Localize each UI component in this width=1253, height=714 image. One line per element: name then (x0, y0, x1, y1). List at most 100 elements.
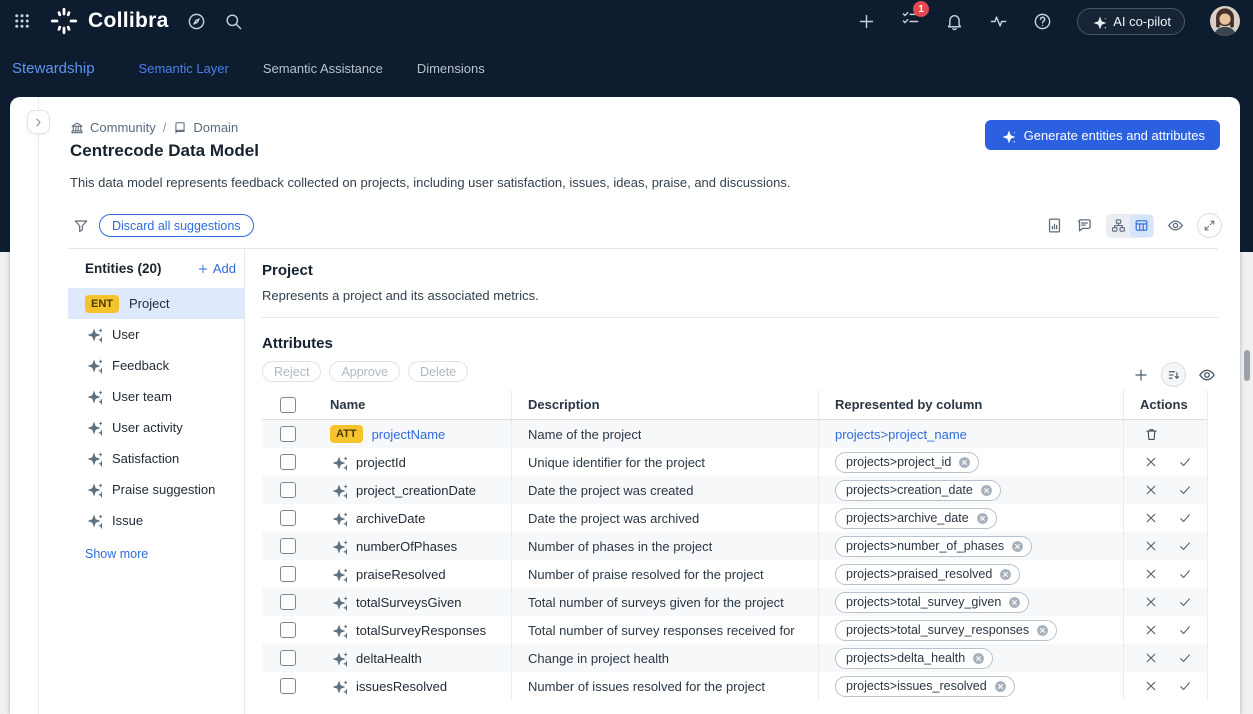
discard-suggestions-button[interactable]: Discard all suggestions (99, 214, 254, 237)
approve-icon[interactable] (1178, 651, 1192, 665)
row-checkbox[interactable] (280, 594, 296, 610)
chip-remove-icon[interactable] (1011, 540, 1024, 553)
entity-list-item[interactable]: Issue (68, 505, 244, 536)
breadcrumb-domain[interactable]: Domain (173, 120, 238, 135)
ai-copilot-button[interactable]: AI co-pilot (1077, 8, 1185, 35)
attribute-name[interactable]: projectId (356, 455, 406, 470)
reject-icon[interactable] (1144, 539, 1158, 553)
generate-entities-button[interactable]: Generate entities and attributes (985, 120, 1220, 150)
preview-icon[interactable] (1167, 217, 1184, 234)
user-avatar[interactable] (1210, 6, 1240, 36)
approve-icon[interactable] (1178, 679, 1192, 693)
represented-by-chip[interactable]: projects>total_survey_given (835, 592, 1029, 613)
represented-by-chip[interactable]: projects>number_of_phases (835, 536, 1032, 557)
create-icon[interactable] (857, 12, 876, 31)
reject-icon[interactable] (1144, 567, 1158, 581)
search-icon[interactable] (224, 12, 243, 31)
attribute-name[interactable]: totalSurveysGiven (356, 595, 462, 610)
explore-icon[interactable] (187, 12, 206, 31)
page-scrollbar[interactable] (1244, 350, 1250, 381)
sort-button[interactable] (1161, 362, 1186, 387)
fullscreen-button[interactable] (1197, 213, 1222, 238)
entity-list-item[interactable]: Praise suggestion (68, 474, 244, 505)
row-checkbox[interactable] (280, 426, 296, 442)
represented-by-chip[interactable]: projects>archive_date (835, 508, 997, 529)
nav-tab[interactable]: Dimensions (415, 57, 487, 80)
attribute-name[interactable]: issuesResolved (356, 679, 447, 694)
chip-remove-icon[interactable] (980, 484, 993, 497)
reject-icon[interactable] (1144, 679, 1158, 693)
represented-by-chip[interactable]: projects>total_survey_responses (835, 620, 1057, 641)
approve-icon[interactable] (1178, 483, 1192, 497)
represented-by-chip[interactable]: projects>delta_health (835, 648, 993, 669)
attribute-name[interactable]: project_creationDate (356, 483, 476, 498)
row-checkbox[interactable] (280, 650, 296, 666)
attribute-name[interactable]: praiseResolved (356, 567, 446, 582)
reject-icon[interactable] (1144, 483, 1158, 497)
visibility-icon[interactable] (1198, 366, 1216, 384)
approve-icon[interactable] (1178, 595, 1192, 609)
table-view-toggle[interactable] (1130, 215, 1153, 237)
column-header-actions[interactable]: Actions (1123, 390, 1208, 419)
reject-icon[interactable] (1144, 455, 1158, 469)
entity-list-item[interactable]: User activity (68, 412, 244, 443)
filter-icon[interactable] (73, 218, 89, 234)
approve-icon[interactable] (1178, 511, 1192, 525)
approve-icon[interactable] (1178, 623, 1192, 637)
row-checkbox[interactable] (280, 538, 296, 554)
row-checkbox[interactable] (280, 622, 296, 638)
chip-remove-icon[interactable] (1008, 596, 1021, 609)
attribute-name[interactable]: numberOfPhases (356, 539, 457, 554)
represented-by-link[interactable]: projects>project_name (835, 427, 967, 442)
expand-panel-button[interactable] (27, 110, 50, 134)
entity-list-item[interactable]: Feedback (68, 350, 244, 381)
add-attribute-icon[interactable] (1133, 367, 1149, 383)
reject-icon[interactable] (1144, 623, 1158, 637)
report-icon[interactable] (1046, 217, 1063, 234)
delete-icon[interactable] (1144, 427, 1159, 442)
add-entity-button[interactable]: Add (197, 261, 236, 276)
column-header-description[interactable]: Description (511, 390, 818, 419)
diagram-view-toggle[interactable] (1107, 215, 1130, 237)
nav-section-stewardship[interactable]: Stewardship (12, 60, 95, 77)
entity-list-item[interactable]: User team (68, 381, 244, 412)
app-launcher-icon[interactable] (13, 12, 31, 30)
row-checkbox[interactable] (280, 510, 296, 526)
delete-button[interactable]: Delete (408, 361, 468, 382)
approve-button[interactable]: Approve (329, 361, 400, 382)
entity-list-item[interactable]: ENT Project (68, 288, 244, 319)
row-checkbox[interactable] (280, 482, 296, 498)
chip-remove-icon[interactable] (1036, 624, 1049, 637)
attribute-name[interactable]: totalSurveyResponses (356, 623, 486, 638)
reject-icon[interactable] (1144, 651, 1158, 665)
chip-remove-icon[interactable] (999, 568, 1012, 581)
represented-by-chip[interactable]: projects>issues_resolved (835, 676, 1015, 697)
column-header-name[interactable]: Name (310, 390, 511, 419)
row-checkbox[interactable] (280, 566, 296, 582)
reject-icon[interactable] (1144, 595, 1158, 609)
row-checkbox[interactable] (280, 454, 296, 470)
represented-by-chip[interactable]: projects>creation_date (835, 480, 1001, 501)
reject-icon[interactable] (1144, 511, 1158, 525)
help-icon[interactable] (1033, 12, 1052, 31)
chip-remove-icon[interactable] (994, 680, 1007, 693)
collibra-logo[interactable]: Collibra (49, 6, 169, 36)
breadcrumb-community[interactable]: Community (70, 120, 156, 135)
attribute-name[interactable]: projectName (372, 427, 446, 442)
approve-icon[interactable] (1178, 539, 1192, 553)
comments-icon[interactable] (1076, 217, 1093, 234)
entity-list-item[interactable]: Satisfaction (68, 443, 244, 474)
represented-by-chip[interactable]: projects>project_id (835, 452, 979, 473)
approve-icon[interactable] (1178, 455, 1192, 469)
notifications-icon[interactable] (945, 12, 964, 31)
chip-remove-icon[interactable] (958, 456, 971, 469)
column-header-represented[interactable]: Represented by column (818, 390, 1123, 419)
attribute-name[interactable]: deltaHealth (356, 651, 422, 666)
chip-remove-icon[interactable] (972, 652, 985, 665)
show-more-button[interactable]: Show more (85, 547, 148, 561)
select-all-checkbox[interactable] (280, 397, 296, 413)
nav-tab[interactable]: Semantic Assistance (261, 57, 385, 80)
reject-button[interactable]: Reject (262, 361, 321, 382)
attribute-name[interactable]: archiveDate (356, 511, 425, 526)
row-checkbox[interactable] (280, 678, 296, 694)
